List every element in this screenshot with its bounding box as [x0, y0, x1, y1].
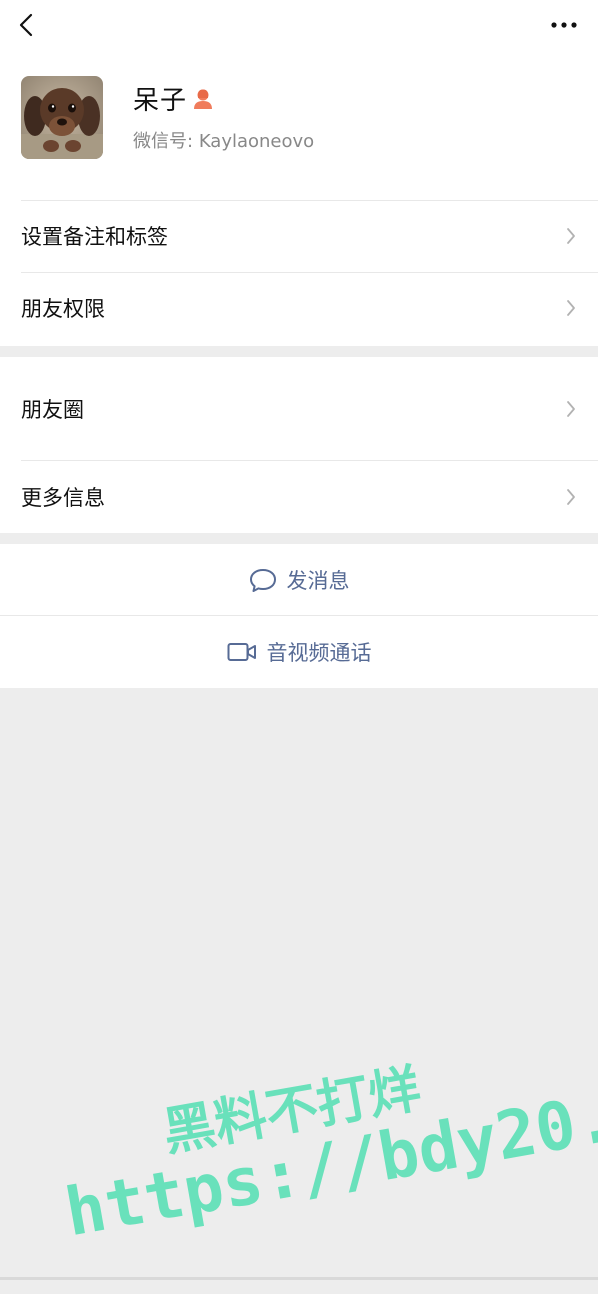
action-group: 发消息 音视频通话 — [0, 544, 598, 688]
more-options-button[interactable] — [544, 8, 584, 42]
menu-item-label: 更多信息 — [21, 486, 105, 510]
menu-group-info: 朋友圈 更多信息 — [0, 357, 598, 533]
menu-item-more-info[interactable]: 更多信息 — [0, 461, 598, 533]
watermark-title: 黑料不打烊 — [158, 1059, 426, 1164]
wechat-id-row: 微信号: Kaylaoneovo — [133, 127, 314, 153]
chat-bubble-icon — [249, 569, 276, 592]
top-bar — [0, 0, 598, 50]
menu-item-moments[interactable]: 朋友圈 — [0, 357, 598, 461]
video-call-button[interactable]: 音视频通话 — [0, 616, 598, 688]
puppy-avatar-image — [21, 76, 103, 159]
chevron-right-icon — [567, 489, 575, 505]
send-message-button[interactable]: 发消息 — [0, 544, 598, 616]
profile-header: 呆子 微信号: Kaylaoneovo — [0, 50, 598, 200]
female-person-icon — [193, 88, 213, 110]
wechat-id-label: 微信号: — [133, 131, 194, 152]
menu-group-settings: 设置备注和标签 朋友权限 — [0, 200, 598, 346]
more-dots-icon — [551, 22, 577, 28]
menu-item-label: 朋友权限 — [21, 297, 105, 321]
chevron-right-icon — [567, 228, 575, 244]
video-call-label: 音视频通话 — [266, 641, 372, 665]
profile-name-row: 呆子 — [133, 80, 213, 117]
profile-name: 呆子 — [133, 86, 188, 116]
chevron-right-icon — [567, 300, 575, 316]
back-button[interactable] — [8, 6, 44, 44]
video-camera-icon — [227, 643, 256, 661]
chevron-right-icon — [567, 401, 575, 417]
send-message-label: 发消息 — [286, 569, 350, 593]
watermark-url: https://bdy20.co — [59, 1065, 598, 1252]
wechat-id-value: Kaylaoneovo — [198, 131, 315, 152]
menu-item-label: 设置备注和标签 — [21, 225, 168, 249]
avatar[interactable] — [21, 76, 103, 159]
watermark: 黑料不打烊 https://bdy20.co — [47, 1016, 598, 1293]
divider — [0, 615, 598, 616]
chevron-left-icon — [19, 13, 33, 37]
menu-item-label: 朋友圈 — [21, 398, 84, 422]
menu-item-set-remark-tags[interactable]: 设置备注和标签 — [0, 200, 598, 272]
menu-item-friend-permissions[interactable]: 朋友权限 — [0, 272, 598, 344]
